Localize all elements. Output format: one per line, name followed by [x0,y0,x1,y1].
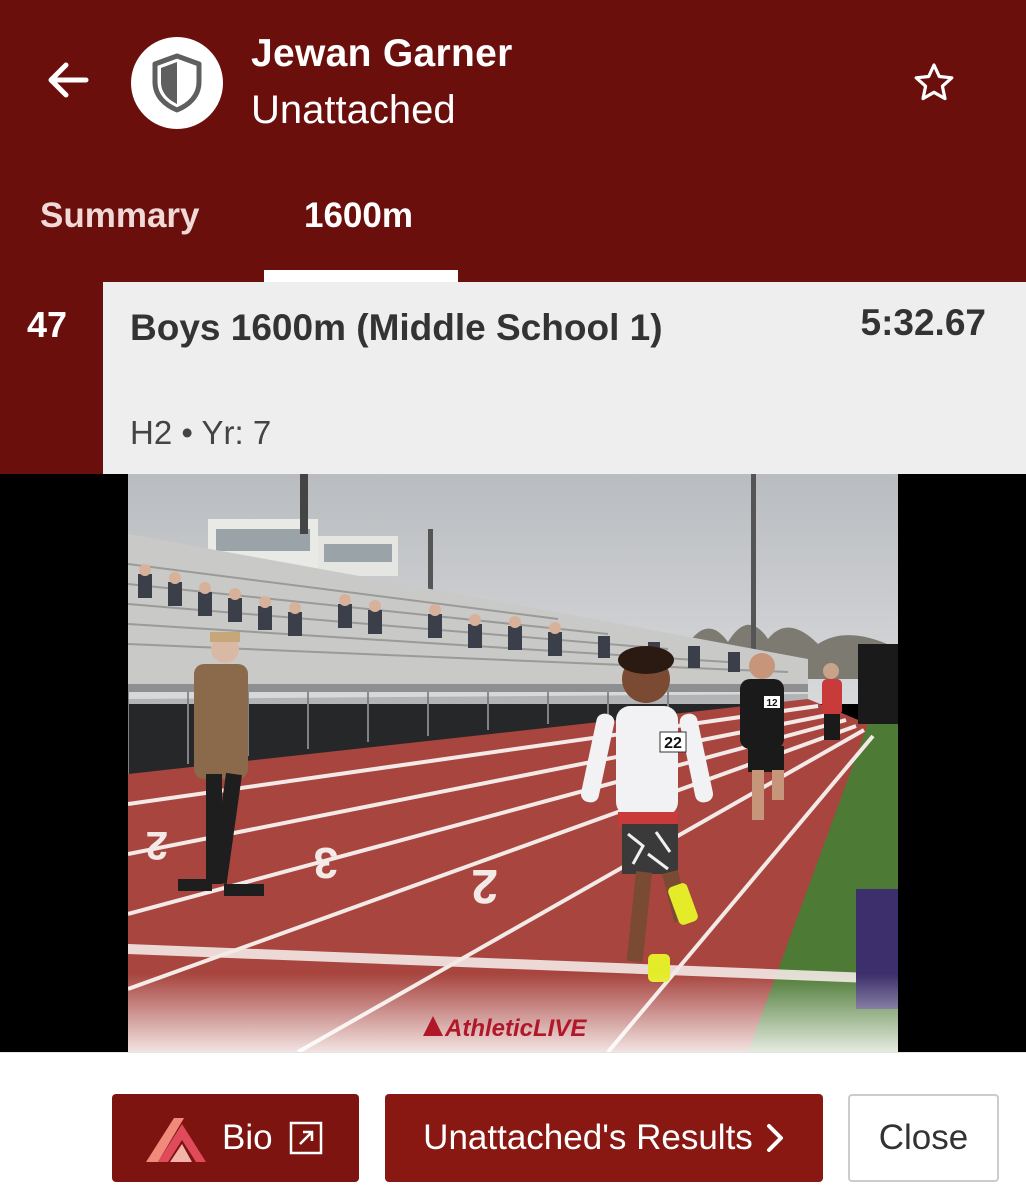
runner-bib: 12 [766,698,778,709]
lane-number: 3 [314,838,338,887]
shield-icon [152,53,202,113]
heat-year-meta: H2 • Yr: 7 [130,414,272,451]
place-cell: 47 [0,282,103,474]
star-outline-icon [914,63,954,101]
active-tab-indicator [264,270,458,282]
external-link-icon [289,1121,323,1155]
athleticlive-watermark: AthleticLIVE [423,1015,587,1042]
back-button[interactable] [40,52,96,108]
result-details: Boys 1600m (Middle School 1) 5:32.67 H2 … [103,282,1026,474]
athleticlive-logo-icon [146,1118,206,1162]
result-row[interactable]: 47 Boys 1600m (Middle School 1) 5:32.67 … [0,282,1026,474]
bio-label: Bio [222,1118,273,1157]
athlete-header: Jewan Garner Unattached Summary 1600m [0,0,1026,282]
race-photo[interactable]: 2 3 2 22 12 AthleticLIVE [128,474,898,1052]
tab-1600m[interactable]: 1600m [304,196,413,236]
athlete-name: Jewan Garner [251,32,513,75]
team-results-button[interactable]: Unattached's Results [385,1094,823,1182]
action-footer: Bio Unattached's Results Close [0,1052,1026,1200]
team-avatar [131,37,223,129]
chevron-right-icon [765,1122,785,1154]
arrow-left-icon [48,62,89,98]
tab-summary[interactable]: Summary [40,196,200,236]
place-number: 47 [27,304,68,345]
lane-number: 2 [146,823,168,867]
result-time: 5:32.67 [860,302,987,343]
lane-number: 2 [471,859,498,912]
bio-button[interactable]: Bio [112,1094,359,1182]
athlete-team: Unattached [251,88,456,132]
photo-viewer: 2 3 2 22 12 AthleticLIVE [0,474,1026,1052]
watermark-text: AthleticLIVE [444,1015,587,1042]
close-button[interactable]: Close [848,1094,999,1182]
favorite-button[interactable] [908,56,960,108]
team-results-label: Unattached's Results [423,1118,753,1157]
event-name: Boys 1600m (Middle School 1) [130,307,663,348]
runner-bib: 22 [664,735,682,752]
